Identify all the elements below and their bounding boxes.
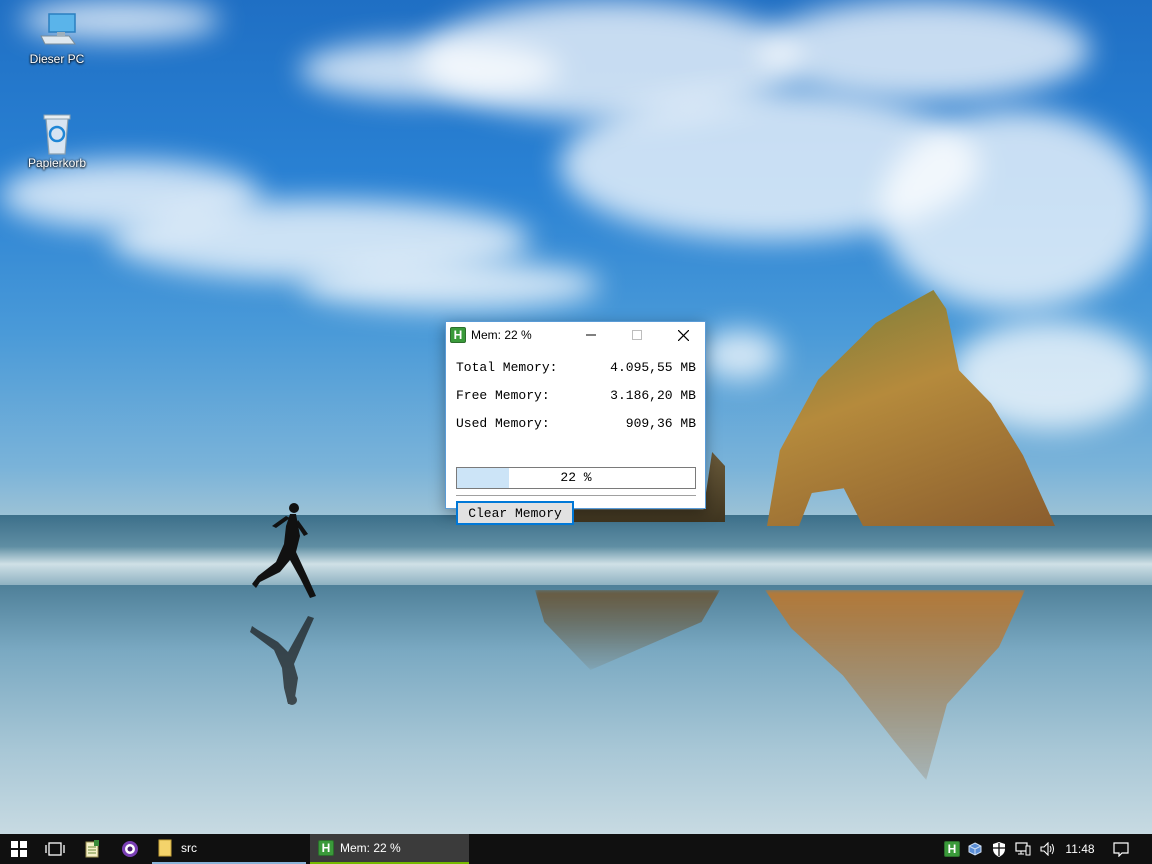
used-memory-value: 909,36 MB: [625, 416, 696, 431]
free-memory-value: 3.186,20 MB: [610, 388, 696, 403]
taskbar-notepad-button[interactable]: [76, 834, 110, 864]
desktop-icon-dieser-pc[interactable]: Dieser PC: [20, 8, 94, 66]
notepad-icon: [85, 840, 99, 858]
used-memory-row: Used Memory: 909,36 MB: [456, 416, 696, 434]
title-bar[interactable]: H Mem: 22 %: [446, 322, 705, 348]
mem-window: H Mem: 22 % Total Memory: 4.095,55 MB Fr…: [445, 321, 706, 525]
package-icon: [968, 842, 982, 856]
memory-progress-bar: 22 %: [456, 467, 696, 489]
close-button[interactable]: [660, 322, 706, 348]
tray-security-icon[interactable]: [991, 841, 1007, 857]
taskbar-mem-app[interactable]: H Mem: 22 %: [310, 834, 469, 864]
app-icon: H: [450, 327, 466, 343]
total-memory-row: Total Memory: 4.095,55 MB: [456, 360, 696, 378]
tray-package-icon[interactable]: [967, 841, 983, 857]
volume-icon: [1040, 842, 1054, 856]
app-task-label: Mem: 22 %: [340, 841, 401, 855]
close-icon: [677, 329, 689, 341]
start-button[interactable]: [0, 834, 38, 864]
clear-memory-button[interactable]: Clear Memory: [456, 501, 574, 525]
desktop-icon-label: Dieser PC: [29, 52, 85, 66]
folder-task-label: src: [181, 841, 197, 855]
minimize-button[interactable]: [568, 322, 614, 348]
folder-icon: [158, 839, 172, 857]
tray-volume-icon[interactable]: [1040, 841, 1056, 857]
computer-icon: [40, 13, 76, 45]
task-view-button[interactable]: [38, 834, 72, 864]
action-center-button[interactable]: [1104, 834, 1138, 864]
total-memory-value: 4.095,55 MB: [610, 360, 696, 375]
runner-reflection: [250, 616, 314, 705]
media-player-icon: [122, 841, 138, 857]
maximize-icon: [632, 330, 642, 340]
minimize-icon: [586, 334, 596, 336]
shield-icon: [993, 841, 1005, 857]
desktop-icon-papierkorb[interactable]: Papierkorb: [20, 112, 94, 170]
mem-app-icon: H: [318, 840, 334, 856]
taskbar-folder-src[interactable]: src: [152, 834, 306, 864]
total-memory-label: Total Memory:: [456, 360, 558, 375]
network-icon: [1015, 842, 1031, 856]
small-rock-reflection: [535, 590, 720, 670]
maximize-button[interactable]: [614, 322, 660, 348]
progress-text: 22 %: [560, 470, 592, 485]
clock[interactable]: 11:48: [1060, 834, 1100, 864]
runner-silhouette: [252, 503, 316, 598]
divider: [456, 495, 696, 496]
window-title: Mem: 22 %: [471, 328, 532, 342]
notification-icon: [1113, 841, 1129, 857]
taskbar: src H Mem: 22 % H 11:48: [0, 834, 1152, 864]
windows-logo-icon: [11, 841, 27, 857]
rock-reflection: [765, 590, 1025, 780]
used-memory-label: Used Memory:: [456, 416, 550, 431]
free-memory-label: Free Memory:: [456, 388, 550, 403]
mem-tray-glyph: H: [944, 841, 960, 857]
tray-mem-icon[interactable]: H: [944, 841, 960, 857]
free-memory-row: Free Memory: 3.186,20 MB: [456, 388, 696, 406]
task-view-icon: [45, 842, 65, 856]
tray-network-icon[interactable]: [1015, 841, 1031, 857]
desktop-icon-label: Papierkorb: [27, 156, 87, 170]
taskbar-media-button[interactable]: [113, 834, 147, 864]
recycle-bin-icon: [43, 114, 71, 155]
